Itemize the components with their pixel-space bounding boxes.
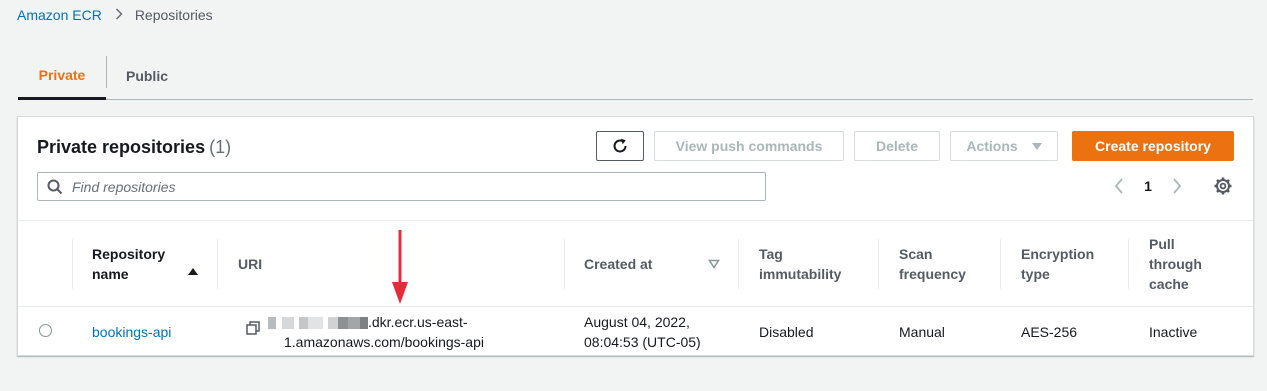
actions-label: Actions [966,138,1018,154]
repository-name-cell: bookings-api [92,307,171,356]
repository-name-link[interactable]: bookings-api [92,322,171,342]
table-row: bookings-api .dkr.ecr.us-east- 1.amazona… [18,307,1253,356]
tag-immutability-cell: Disabled [759,323,814,340]
uri-cell: .dkr.ecr.us-east- 1.amazonaws.com/bookin… [268,307,548,356]
sort-descending-icon [708,259,720,269]
gear-icon[interactable] [1213,176,1233,196]
refresh-button[interactable] [596,131,644,161]
column-separator [738,239,739,289]
column-separator [72,239,73,289]
column-header-repository-name[interactable]: Repository name [92,221,202,307]
row-select-radio[interactable] [39,324,52,337]
private-repositories-panel: Private repositories (1) View push comman… [17,116,1254,356]
next-page-button[interactable] [1166,175,1188,197]
panel-title-text: Private repositories [37,137,206,157]
column-header-pull-through-cache: Pull through cache [1149,236,1202,292]
tab-private[interactable]: Private [18,52,106,100]
refresh-icon [613,138,627,153]
created-date: August 04, 2022, [584,314,690,330]
breadcrumb: Amazon ECR Repositories [17,7,213,23]
pull-through-cache-cell: Inactive [1149,323,1198,340]
repositories-table: Repository name URI Created at Tag immut… [18,220,1253,356]
current-page-number[interactable]: 1 [1130,178,1166,194]
column-header-tag-immutability: Tag immutability [759,246,842,282]
uri-line-2: 1.amazonaws.com/bookings-api [284,334,484,350]
actions-dropdown-button[interactable]: Actions [950,131,1058,161]
search-icon [47,179,63,194]
column-separator [564,239,565,289]
search-box [37,172,766,201]
create-repository-button[interactable]: Create repository [1072,131,1234,161]
table-header: Repository name URI Created at Tag immut… [18,220,1253,307]
tab-public[interactable]: Public [107,52,187,100]
chevron-right-icon [1173,178,1182,194]
created-time: 08:04:53 (UTC-05) [584,334,701,350]
pagination: 1 [1108,175,1188,197]
column-separator [1128,239,1129,289]
chevron-right-icon [115,7,123,23]
sort-ascending-icon [188,268,198,275]
delete-button[interactable]: Delete [854,131,940,161]
panel-title: Private repositories (1) [37,137,231,158]
column-header-uri: URI [238,256,263,272]
column-separator [217,239,218,289]
scan-frequency-cell: Manual [899,323,945,340]
caret-down-icon [1031,142,1042,150]
repository-count: (1) [209,137,232,157]
previous-page-button[interactable] [1108,175,1130,197]
column-header-scan-frequency: Scan frequency [899,246,966,282]
column-header-created-at[interactable]: Created at [584,221,724,307]
repository-tabs: Private Public [18,52,1253,100]
view-push-commands-button[interactable]: View push commands [654,131,844,161]
redacted-account-id [268,317,368,330]
column-separator [878,239,879,289]
chevron-left-icon [1114,178,1123,194]
annotation-arrow-icon [392,230,408,304]
copy-icon[interactable] [246,321,260,335]
breadcrumb-current: Repositories [134,7,213,23]
search-input[interactable] [72,178,752,195]
uri-line-1: .dkr.ecr.us-east- [368,314,468,330]
created-at-cell: August 04, 2022, 08:04:53 (UTC-05) [584,307,734,356]
column-separator [1000,239,1001,289]
column-header-encryption-type: Encryption type [1021,246,1095,282]
encryption-type-cell: AES-256 [1021,323,1078,340]
breadcrumb-amazon-ecr-link[interactable]: Amazon ECR [17,7,102,23]
